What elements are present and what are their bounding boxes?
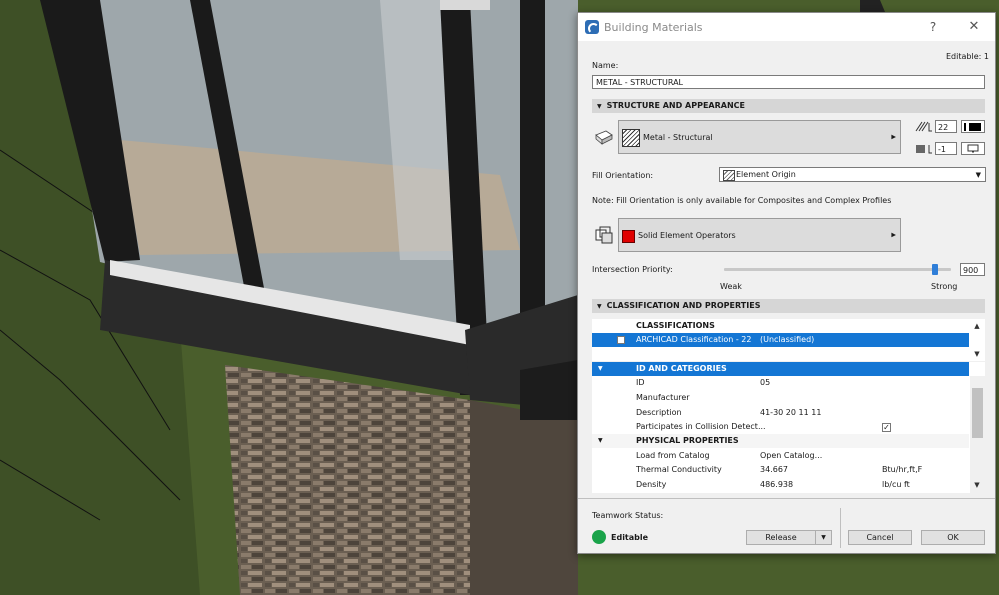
- property-row[interactable]: Density 486.938 lb/cu ft: [592, 478, 969, 492]
- scroll-down-icon[interactable]: ▼: [970, 349, 984, 359]
- section-title: STRUCTURE AND APPEARANCE: [606, 101, 746, 110]
- teamwork-status-value: Editable: [611, 533, 649, 542]
- property-value: 486.938: [760, 480, 794, 489]
- property-name: Density: [636, 480, 667, 489]
- classifications-list[interactable]: CLASSIFICATIONS ARCHICAD Classification …: [592, 319, 985, 361]
- property-row[interactable]: Load from Catalog Open Catalog...: [592, 449, 969, 463]
- collapse-triangle-icon: ▼: [597, 103, 602, 110]
- property-value: 05: [760, 378, 771, 387]
- orientation-icon: [723, 170, 735, 181]
- submenu-arrow-icon: ▶: [891, 231, 896, 239]
- title-bar: Building Materials ? ✕: [578, 13, 995, 41]
- chevron-down-icon: ▼: [975, 171, 981, 179]
- property-row[interactable]: Manufacturer: [592, 391, 969, 405]
- property-unit: lb/cu ft: [882, 480, 910, 489]
- monitor-button[interactable]: [961, 142, 985, 155]
- property-name: Participates in Collision Detect...: [636, 422, 766, 431]
- classification-checkbox[interactable]: [617, 336, 625, 344]
- property-row[interactable]: ID 05: [592, 376, 969, 390]
- classification-properties-header[interactable]: ▼ CLASSIFICATION AND PROPERTIES: [592, 299, 985, 313]
- classification-row[interactable]: ARCHICAD Classification - 22 (Unclassifi…: [592, 333, 969, 347]
- editable-count: Editable: 1: [946, 52, 989, 61]
- cancel-button[interactable]: Cancel: [848, 530, 912, 545]
- property-row[interactable]: Description 41-30 20 11 11: [592, 406, 969, 420]
- footer-divider: [578, 498, 995, 499]
- intersection-priority-slider-thumb[interactable]: [932, 264, 939, 275]
- pen-number-field[interactable]: 22: [935, 120, 957, 133]
- classifications-title: CLASSIFICATIONS: [636, 321, 715, 330]
- ok-button[interactable]: OK: [921, 530, 985, 545]
- property-name: Load from Catalog: [636, 451, 710, 460]
- weak-label: Weak: [720, 282, 742, 291]
- solid-color-swatch: [622, 230, 635, 243]
- solid-operators-icon: [594, 225, 614, 245]
- strong-label: Strong: [931, 282, 958, 291]
- classifications-header: CLASSIFICATIONS: [592, 319, 969, 333]
- collapse-triangle-icon: ▼: [597, 303, 602, 310]
- classification-name: ARCHICAD Classification - 22: [636, 335, 752, 344]
- property-name: Description: [636, 408, 682, 417]
- close-button[interactable]: ✕: [964, 18, 984, 36]
- physical-properties-row[interactable]: ▼ PHYSICAL PROPERTIES: [592, 434, 969, 448]
- solid-operators-button[interactable]: Solid Element Operators ▶: [618, 218, 901, 252]
- release-dropdown-button[interactable]: ▼: [815, 530, 832, 545]
- fill-orientation-dropdown[interactable]: Element Origin ▼: [719, 167, 986, 182]
- building-materials-dialog: Building Materials ? ✕ Editable: 1 Name:…: [577, 12, 996, 554]
- id-categories-title: ID AND CATEGORIES: [636, 364, 727, 373]
- physical-properties-title: PHYSICAL PROPERTIES: [636, 436, 739, 445]
- release-button[interactable]: Release: [746, 530, 816, 545]
- cut-fill-picker[interactable]: Metal - Structural ▶: [618, 120, 901, 154]
- properties-scrollbar[interactable]: ▼: [970, 376, 985, 493]
- fill-orientation-note: Note: Fill Orientation is only available…: [592, 196, 892, 205]
- hatch-swatch-icon: [622, 129, 640, 147]
- property-name: Thermal Conductivity: [636, 465, 722, 474]
- scroll-up-icon[interactable]: ▲: [970, 321, 984, 331]
- name-field[interactable]: METAL - STRUCTURAL: [592, 75, 985, 89]
- submenu-arrow-icon: ▶: [891, 133, 896, 141]
- scrollbar-thumb[interactable]: [972, 388, 983, 438]
- help-button[interactable]: ?: [923, 18, 943, 36]
- classification-value: (Unclassified): [760, 335, 815, 344]
- expand-triangle-icon: ▼: [598, 437, 603, 444]
- dialog-title: Building Materials: [604, 21, 703, 34]
- intersection-priority-field[interactable]: 900: [960, 263, 985, 276]
- intersection-priority-label: Intersection Priority:: [592, 265, 673, 274]
- monitor-icon: [967, 144, 979, 153]
- open-catalog-link[interactable]: Open Catalog...: [760, 449, 822, 463]
- property-row[interactable]: Thermal Conductivity 34.667 Btu/hr,ft,F: [592, 463, 969, 477]
- solid-ops-label: Solid Element Operators: [638, 231, 736, 240]
- pen-color-swatch[interactable]: [961, 120, 985, 133]
- name-label: Name:: [592, 61, 619, 70]
- intersection-priority-slider-track[interactable]: [724, 268, 951, 271]
- structure-appearance-header[interactable]: ▼ STRUCTURE AND APPEARANCE: [592, 99, 985, 113]
- properties-list[interactable]: ▼ ID AND CATEGORIES ID 05 Manufacturer D…: [592, 362, 985, 493]
- expand-triangle-icon: ▼: [598, 365, 603, 372]
- property-unit: Btu/hr,ft,F: [882, 465, 923, 474]
- teamwork-status-label: Teamwork Status:: [592, 511, 664, 520]
- fill-orientation-label: Fill Orientation:: [592, 171, 654, 180]
- property-name: Manufacturer: [636, 393, 690, 402]
- classifications-scrollbar[interactable]: ▲ ▼: [970, 319, 985, 361]
- archicad-icon: [585, 20, 599, 34]
- property-value: 41-30 20 11 11: [760, 408, 822, 417]
- property-name: ID: [636, 378, 645, 387]
- property-row[interactable]: Participates in Collision Detect... ✓: [592, 420, 969, 434]
- cut-fill-icon: [594, 127, 614, 147]
- scroll-down-icon[interactable]: ▼: [970, 480, 984, 490]
- fill-orientation-value: Element Origin: [736, 170, 796, 179]
- fill-name: Metal - Structural: [643, 133, 713, 142]
- pen-icon: [915, 120, 933, 133]
- section-title: CLASSIFICATION AND PROPERTIES: [606, 301, 761, 310]
- collision-detection-checkbox[interactable]: ✓: [882, 423, 891, 432]
- property-value: 34.667: [760, 465, 788, 474]
- id-categories-row[interactable]: ▼ ID AND CATEGORIES: [592, 362, 969, 376]
- background-pen-field[interactable]: -1: [935, 142, 957, 155]
- status-green-dot-icon: [592, 530, 606, 544]
- button-divider: [840, 508, 841, 548]
- background-pen-icon: [915, 142, 933, 155]
